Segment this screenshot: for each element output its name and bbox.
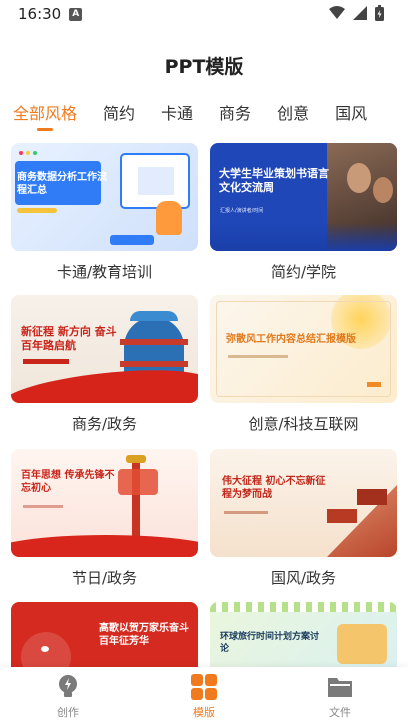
template-thumbnail: 百年思想 传承先锋不忘初心 bbox=[11, 449, 198, 557]
nav-files[interactable]: 文件 bbox=[272, 667, 408, 725]
wifi-icon bbox=[329, 6, 345, 19]
tab-chinese-style[interactable]: 国风 bbox=[335, 100, 367, 136]
nav-label: 创作 bbox=[57, 706, 79, 719]
bottom-navigation: 创作 模版 文件 bbox=[0, 667, 408, 725]
template-thumbnail: 商务数据分析工作流程汇总 bbox=[11, 143, 198, 251]
status-bar: 16:30 A bbox=[0, 0, 408, 28]
template-label: 简约/学院 bbox=[270, 263, 337, 281]
tab-label: 全部风格 bbox=[13, 104, 78, 123]
template-thumbnail: 新征程 新方向 奋斗百年路启航 bbox=[11, 295, 198, 403]
thumbnail-title: 伟大征程 初心不忘新征程为梦而战 bbox=[222, 476, 326, 500]
template-label: 国风/政务 bbox=[270, 569, 337, 587]
template-thumbnail: 伟大征程 初心不忘新征程为梦而战 bbox=[210, 449, 397, 557]
thumbnail-subtitle: 汇报人/演讲者/时间 bbox=[220, 208, 264, 214]
template-label: 卡通/教育培训 bbox=[56, 263, 153, 281]
tab-all-styles[interactable]: 全部风格 bbox=[13, 100, 77, 136]
status-time: 16:30 bbox=[18, 5, 62, 23]
bulb-icon bbox=[54, 673, 82, 701]
signal-icon bbox=[353, 6, 367, 20]
grid-icon bbox=[190, 673, 218, 701]
thumbnail-title: 弥散风工作内容总结汇报模版 bbox=[226, 334, 356, 345]
template-thumbnail: 大学生毕业策划书语言文化交流周 汇报人/演讲者/时间 bbox=[210, 143, 397, 251]
nav-label: 文件 bbox=[329, 706, 351, 719]
category-tabs: 全部风格 简约 卡通 商务 创意 国风 bbox=[0, 100, 408, 136]
template-label: 节日/政务 bbox=[71, 569, 138, 587]
tab-label: 卡通 bbox=[161, 104, 194, 123]
nav-create[interactable]: 创作 bbox=[0, 667, 136, 725]
template-label: 商务/政务 bbox=[71, 415, 138, 433]
tab-simple[interactable]: 简约 bbox=[103, 100, 135, 136]
battery-icon bbox=[375, 5, 384, 21]
thumbnail-title: 环球旅行时间计划方案讨论 bbox=[220, 632, 320, 654]
tab-label: 商务 bbox=[219, 104, 252, 123]
thumbnail-title: 商务数据分析工作流程汇总 bbox=[17, 172, 107, 196]
template-card[interactable]: 百年思想 传承先锋不忘初心 节日/政务 bbox=[11, 449, 198, 588]
nav-label: 模版 bbox=[193, 706, 215, 719]
notification-icon: A bbox=[69, 7, 83, 21]
thumbnail-title: 新征程 新方向 奋斗百年路启航 bbox=[21, 325, 117, 353]
template-thumbnail: 弥散风工作内容总结汇报模版 bbox=[210, 295, 397, 403]
status-icons bbox=[329, 5, 384, 21]
template-card[interactable]: 伟大征程 初心不忘新征程为梦而战 国风/政务 bbox=[210, 449, 397, 588]
nav-templates[interactable]: 模版 bbox=[136, 667, 272, 725]
template-card[interactable]: 新征程 新方向 奋斗百年路启航 商务/政务 bbox=[11, 295, 198, 434]
tab-label: 国风 bbox=[335, 104, 368, 123]
tab-business[interactable]: 商务 bbox=[219, 100, 251, 136]
template-card[interactable]: 商务数据分析工作流程汇总 卡通/教育培训 bbox=[11, 143, 198, 282]
tab-creative[interactable]: 创意 bbox=[277, 100, 309, 136]
folder-icon bbox=[326, 673, 354, 701]
tab-label: 创意 bbox=[277, 104, 310, 123]
thumbnail-title: 高歌以贺万家乐奋斗百年征芳华 bbox=[99, 623, 189, 647]
tab-active-indicator bbox=[37, 128, 53, 131]
template-card[interactable]: 弥散风工作内容总结汇报模版 创意/科技互联网 bbox=[210, 295, 397, 434]
page-title: PPT模版 bbox=[164, 56, 244, 78]
template-card[interactable]: 大学生毕业策划书语言文化交流周 汇报人/演讲者/时间 简约/学院 bbox=[210, 143, 397, 282]
thumbnail-title: 百年思想 传承先锋不忘初心 bbox=[21, 470, 115, 494]
template-label: 创意/科技互联网 bbox=[248, 415, 359, 433]
tab-label: 简约 bbox=[103, 104, 136, 123]
thumbnail-title: 大学生毕业策划书语言文化交流周 bbox=[219, 167, 329, 195]
tab-cartoon[interactable]: 卡通 bbox=[161, 100, 193, 136]
